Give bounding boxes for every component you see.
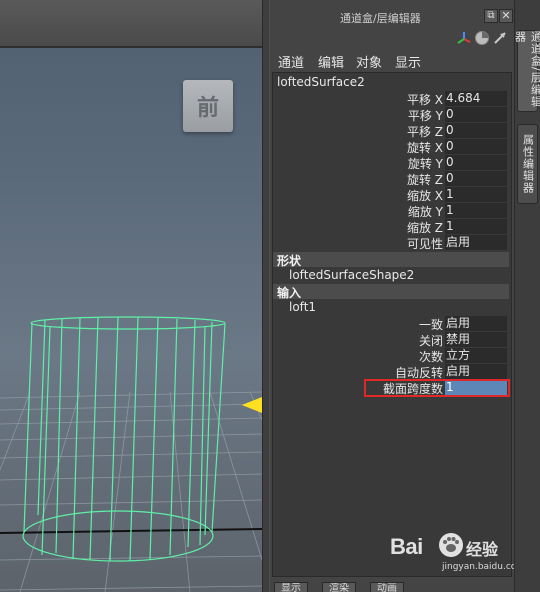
view-cube[interactable]: 前 <box>183 80 233 132</box>
attr-label: 平移 Z <box>406 125 443 139</box>
attr-value-field[interactable]: 启用 <box>445 235 507 250</box>
attr-label: 缩放 X <box>406 189 443 203</box>
view-cube-label: 前 <box>196 95 219 121</box>
input-attr-row-uniform[interactable]: 一致 启用 <box>273 316 509 332</box>
float-button[interactable]: ⧉ <box>484 9 498 23</box>
tab-render[interactable]: 渲染 <box>322 582 356 592</box>
panel-title: 通道盒/层编辑器 <box>340 12 421 25</box>
node-row[interactable]: loftedSurface2 <box>273 75 509 91</box>
attr-row-rotate-x[interactable]: 旋转 X 0 <box>273 139 509 155</box>
watermark-url: jingyan.baidu.com <box>442 562 526 572</box>
baidu-watermark: Bai 经验 jingyan.baidu.com <box>390 530 525 580</box>
attr-value-field[interactable]: 0 <box>445 171 507 186</box>
attr-value-field[interactable]: 1 <box>445 203 507 218</box>
manipulator-axis-icon[interactable] <box>456 30 472 46</box>
watermark-logo: Bai <box>390 534 423 559</box>
attr-value-field[interactable]: 1 <box>445 187 507 202</box>
attr-row-translate-x[interactable]: 平移 X 4.684 <box>273 91 509 107</box>
node-name: loftedSurface2 <box>277 75 365 89</box>
attr-row-translate-z[interactable]: 平移 Z 0 <box>273 123 509 139</box>
section-label: 形状 <box>277 254 302 268</box>
attr-value-field[interactable]: 禁用 <box>445 332 507 347</box>
input-attr-row-close[interactable]: 关闭 禁用 <box>273 332 509 348</box>
attr-label: 平移 X <box>406 93 443 107</box>
attr-label: 关闭 <box>418 334 443 348</box>
attr-value-field[interactable]: 4.684 <box>445 91 507 106</box>
attr-value-field[interactable]: 0 <box>445 139 507 154</box>
channel-box-panel: 通道盒/层编辑器 ⧉ ✕ 通道 编辑 对象 显示 loftedSurface2 <box>270 0 514 592</box>
menu-channels[interactable]: 通道 <box>278 52 304 71</box>
speed-dial-icon[interactable] <box>474 30 490 46</box>
attr-label: 平移 Y <box>407 109 443 123</box>
attr-value-field[interactable]: 0 <box>445 155 507 170</box>
side-tab-label: 属性编辑器 <box>521 134 535 194</box>
attr-value-field[interactable]: 启用 <box>445 316 507 331</box>
side-tab-strip: 通道盒/层编辑器 属性编辑器 <box>514 0 540 592</box>
attr-value-field[interactable]: 立方 <box>445 348 507 363</box>
attr-row-scale-x[interactable]: 缩放 X 1 <box>273 187 509 203</box>
highlight-annotation-box <box>364 379 510 397</box>
section-label: 输入 <box>277 286 302 300</box>
watermark-brand: 经验 <box>466 540 499 559</box>
side-tab-attribute-editor[interactable]: 属性编辑器 <box>517 124 538 204</box>
panel-icon-row <box>456 30 512 46</box>
paw-icon <box>439 533 463 557</box>
shape-row[interactable]: loftedSurfaceShape2 <box>273 268 509 284</box>
tab-display[interactable]: 显示 <box>274 582 308 592</box>
menu-object[interactable]: 对象 <box>356 52 382 71</box>
input-node-row[interactable]: loft1 <box>273 300 509 316</box>
tab-anim[interactable]: 动画 <box>370 582 404 592</box>
panel-menubar: 通道 编辑 对象 显示 <box>270 50 514 71</box>
attr-row-translate-y[interactable]: 平移 Y 0 <box>273 107 509 123</box>
attr-label: 一致 <box>418 318 443 332</box>
panel-splitter[interactable] <box>262 0 270 592</box>
section-inputs: 输入 <box>273 284 509 300</box>
attr-row-rotate-z[interactable]: 旋转 Z 0 <box>273 171 509 187</box>
channel-list: loftedSurface2 平移 X 4.684 平移 Y 0 平移 Z 0 … <box>272 72 512 577</box>
attr-label: 缩放 Z <box>406 221 443 235</box>
side-tab-label: 通道盒/层编辑器 <box>513 31 540 108</box>
attr-label: 可见性 <box>406 237 443 251</box>
attr-label: 次数 <box>418 350 443 364</box>
attr-value-field[interactable]: 0 <box>445 107 507 122</box>
section-shapes: 形状 <box>273 252 509 268</box>
bottom-tabs: 显示 渲染 动画 <box>270 580 514 592</box>
viewport-3d[interactable]: 前 <box>0 0 262 592</box>
attr-row-visibility[interactable]: 可见性 启用 <box>273 235 509 251</box>
menu-display[interactable]: 显示 <box>395 52 421 71</box>
panel-titlebar: 通道盒/层编辑器 ⧉ ✕ <box>270 8 514 28</box>
menu-edit[interactable]: 编辑 <box>318 52 344 71</box>
attr-label: 旋转 X <box>406 141 443 155</box>
input-attr-row-degree[interactable]: 次数 立方 <box>273 348 509 364</box>
close-button[interactable]: ✕ <box>499 9 513 23</box>
hyper-arrow-icon[interactable] <box>492 30 508 46</box>
attr-label: 旋转 Z <box>406 173 443 187</box>
attr-row-scale-z[interactable]: 缩放 Z 1 <box>273 219 509 235</box>
attr-label: 缩放 Y <box>407 205 443 219</box>
shape-name: loftedSurfaceShape2 <box>289 268 415 282</box>
attr-row-scale-y[interactable]: 缩放 Y 1 <box>273 203 509 219</box>
attr-value-field[interactable]: 1 <box>445 219 507 234</box>
attr-row-rotate-y[interactable]: 旋转 Y 0 <box>273 155 509 171</box>
attr-value-field[interactable]: 启用 <box>445 364 507 379</box>
side-tab-channel-box[interactable]: 通道盒/层编辑器 <box>514 30 540 112</box>
input-node-name: loft1 <box>289 300 317 314</box>
attr-label: 旋转 Y <box>407 157 443 171</box>
input-attr-row-auto-reverse[interactable]: 自动反转 启用 <box>273 364 509 380</box>
attr-value-field[interactable]: 0 <box>445 123 507 138</box>
